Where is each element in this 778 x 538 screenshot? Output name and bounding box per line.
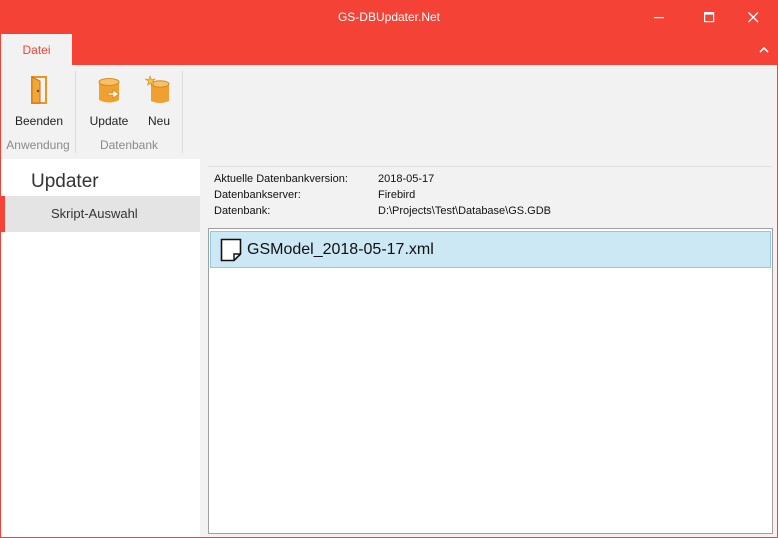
update-button[interactable]: Update xyxy=(85,71,133,131)
database-new-icon xyxy=(144,75,170,103)
info-key: Aktuelle Datenbankversion: xyxy=(214,173,348,185)
maximize-button[interactable] xyxy=(687,1,733,34)
neu-button[interactable]: Neu xyxy=(137,71,181,131)
neu-label: Neu xyxy=(147,114,170,128)
info-key: Datenbankserver: xyxy=(214,189,301,201)
group-separator xyxy=(182,71,183,153)
exit-door-icon xyxy=(31,76,47,104)
selection-indicator xyxy=(1,196,5,232)
nav-title: Updater xyxy=(31,171,99,192)
info-value: 2018-05-17 xyxy=(378,173,435,185)
nav-item-skript-auswahl[interactable]: Skript-Auswahl xyxy=(1,196,200,232)
close-button[interactable] xyxy=(731,1,777,34)
ribbon: Beenden Anwendung Update Neu Datenbank xyxy=(1,65,777,159)
minimize-icon xyxy=(654,17,664,19)
script-list[interactable]: GSModel_2018-05-17.xml xyxy=(208,228,773,534)
group-label-datenbank: Datenbank xyxy=(99,138,159,152)
title-bar[interactable]: GS-DBUpdater.Net xyxy=(1,1,777,34)
beenden-label: Beenden xyxy=(14,114,64,128)
app-window: GS-DBUpdater.Net Datei Beenden Anwendung xyxy=(0,0,778,538)
close-icon xyxy=(748,12,759,23)
navigation-panel: Updater Skript-Auswahl xyxy=(1,159,200,537)
minimize-button[interactable] xyxy=(637,1,683,34)
info-value: Firebird xyxy=(378,189,416,201)
group-separator xyxy=(75,71,76,153)
ribbon-tab-strip: Datei xyxy=(1,34,777,65)
database-info: Aktuelle Datenbankversion: 2018-05-17 Da… xyxy=(208,166,772,221)
maximize-icon xyxy=(704,12,715,23)
database-update-icon xyxy=(98,78,120,103)
list-item-label: GSModel_2018-05-17.xml xyxy=(247,241,434,258)
content-panel: Aktuelle Datenbankversion: 2018-05-17 Da… xyxy=(200,159,777,537)
tab-datei[interactable]: Datei xyxy=(1,34,72,65)
nav-item-label: Skript-Auswahl xyxy=(51,206,138,221)
list-item[interactable]: GSModel_2018-05-17.xml xyxy=(210,231,771,268)
ribbon-collapse-button[interactable] xyxy=(757,43,771,57)
update-label: Update xyxy=(89,114,129,128)
group-label-anwendung: Anwendung xyxy=(6,138,70,152)
info-key: Datenbank: xyxy=(214,205,271,217)
file-icon xyxy=(220,238,242,262)
info-value: D:\Projects\Test\Database\GS.GDB xyxy=(378,205,552,217)
beenden-button[interactable]: Beenden xyxy=(9,71,69,131)
chevron-up-icon xyxy=(759,46,769,53)
